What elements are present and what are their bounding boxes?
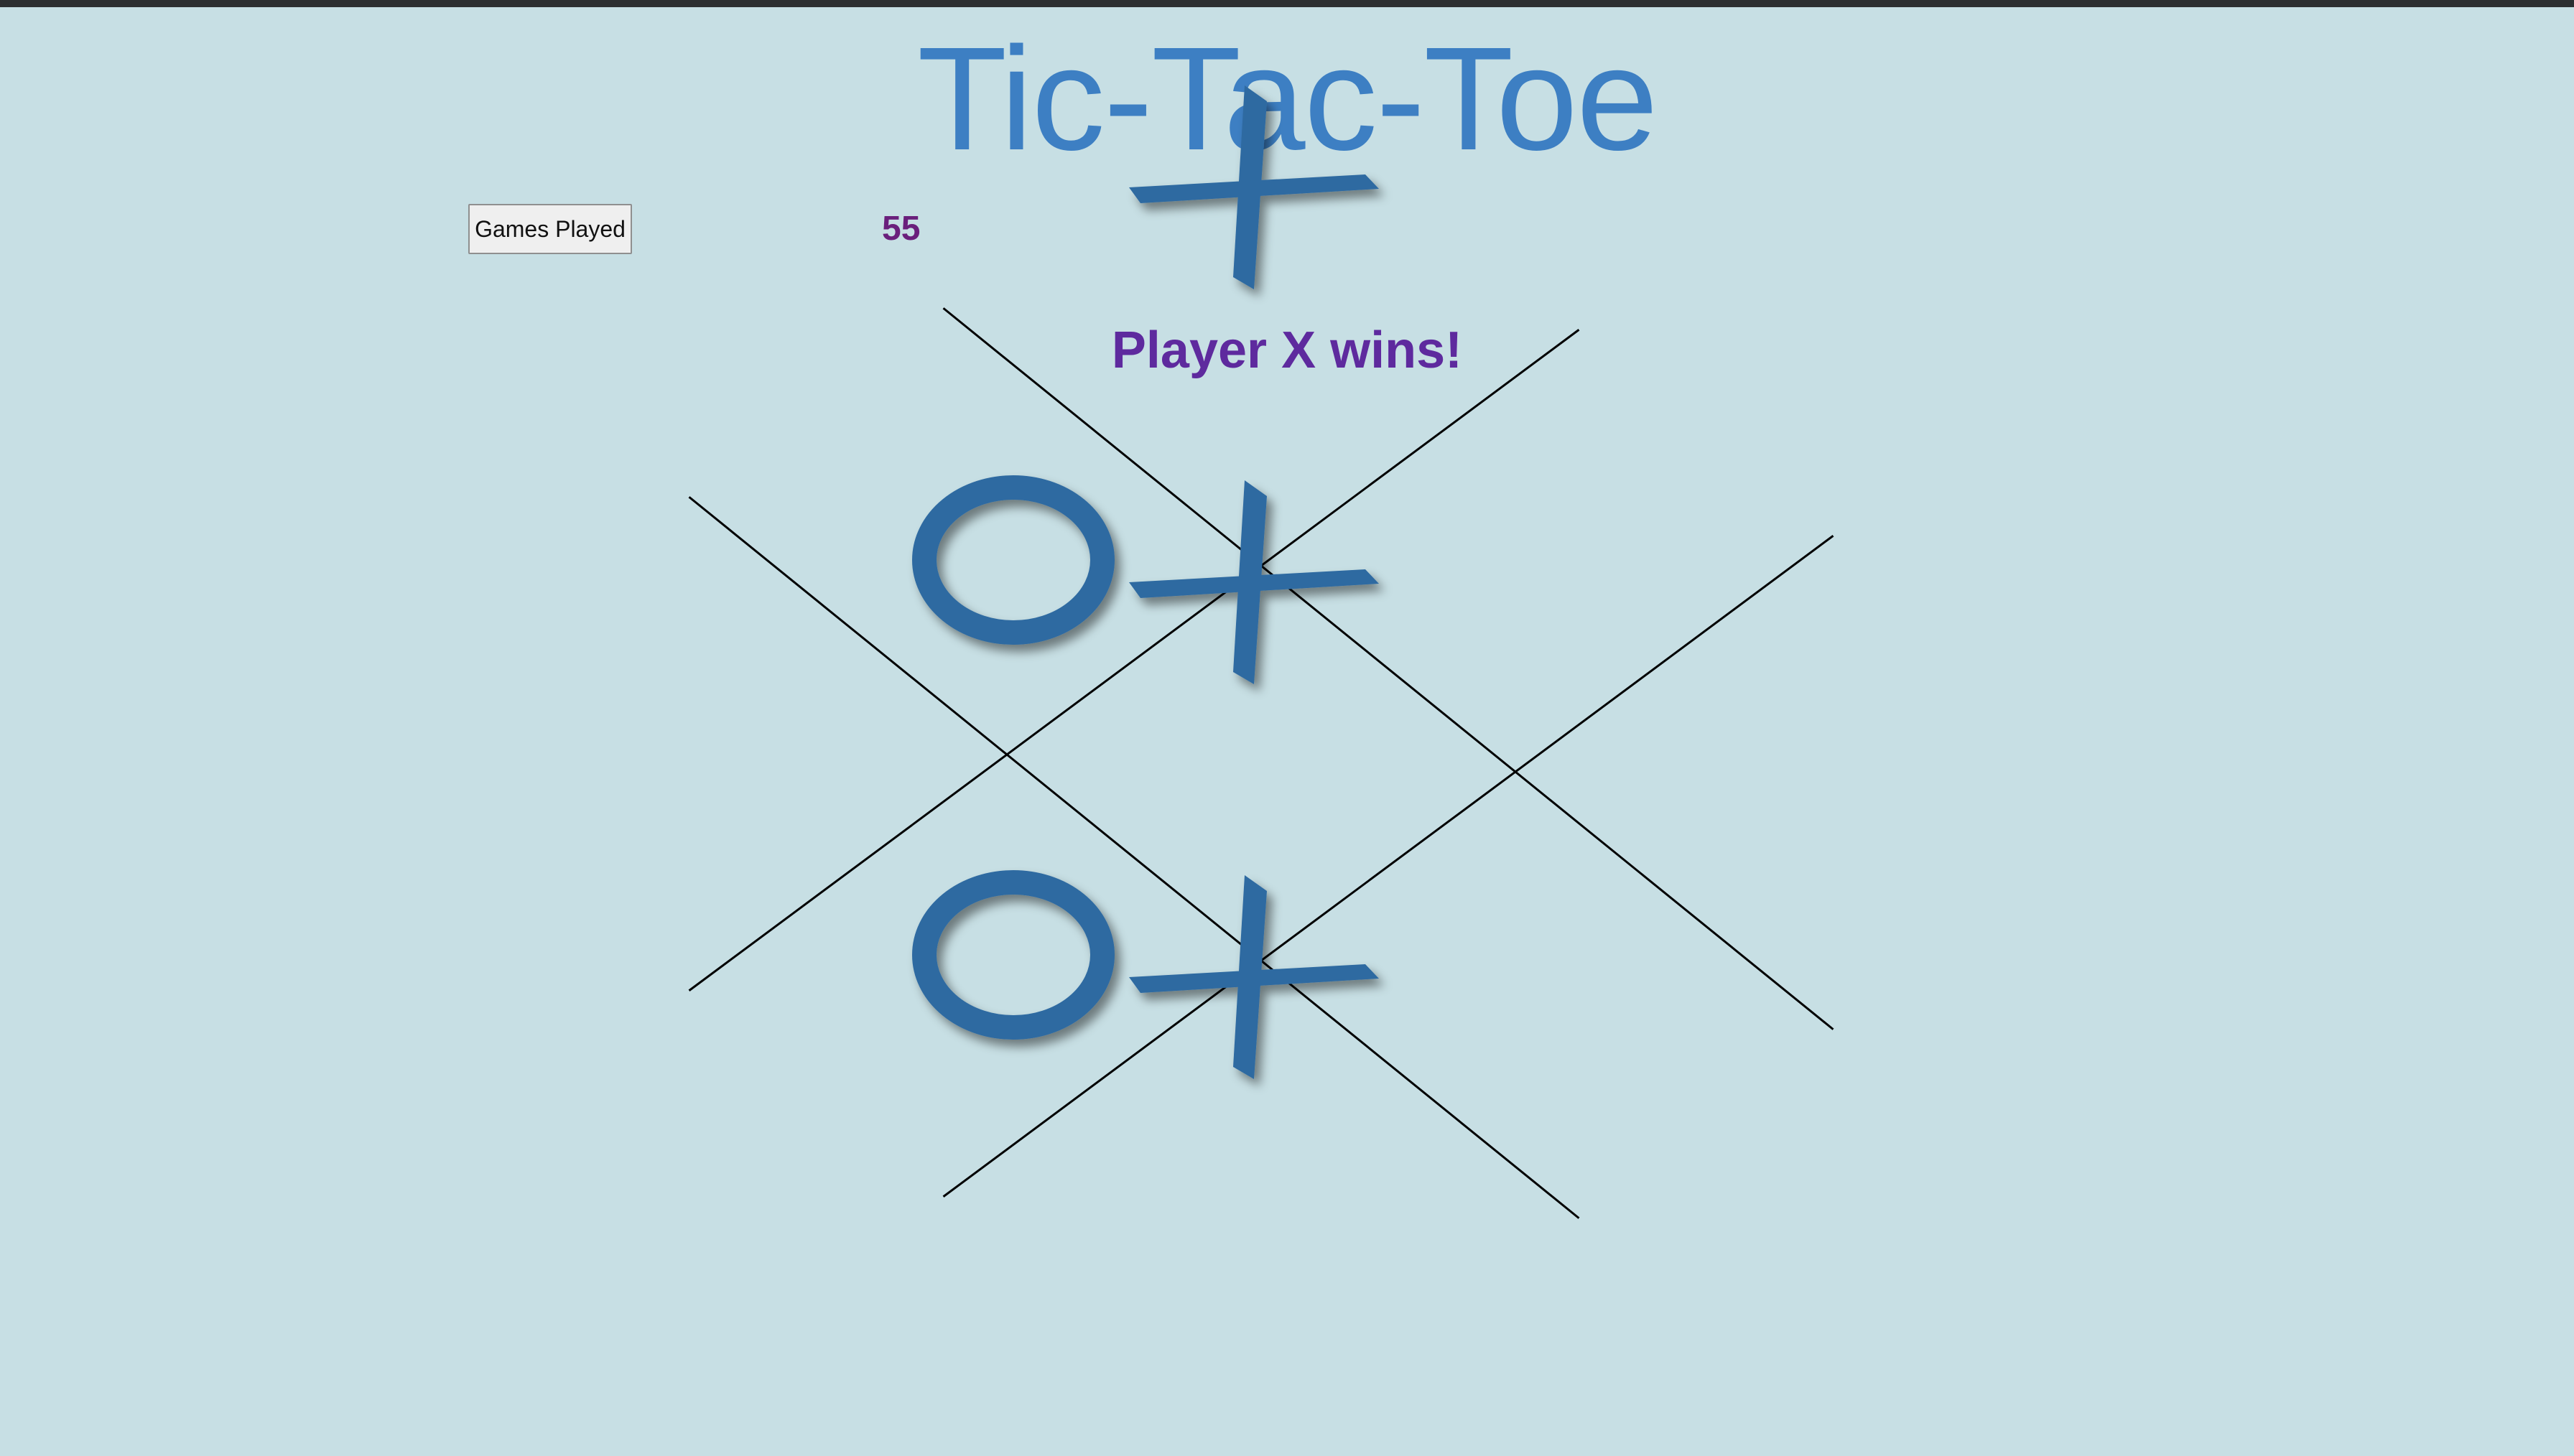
board-cells: [498, 171, 2024, 1355]
game-board: [498, 85, 2024, 1355]
